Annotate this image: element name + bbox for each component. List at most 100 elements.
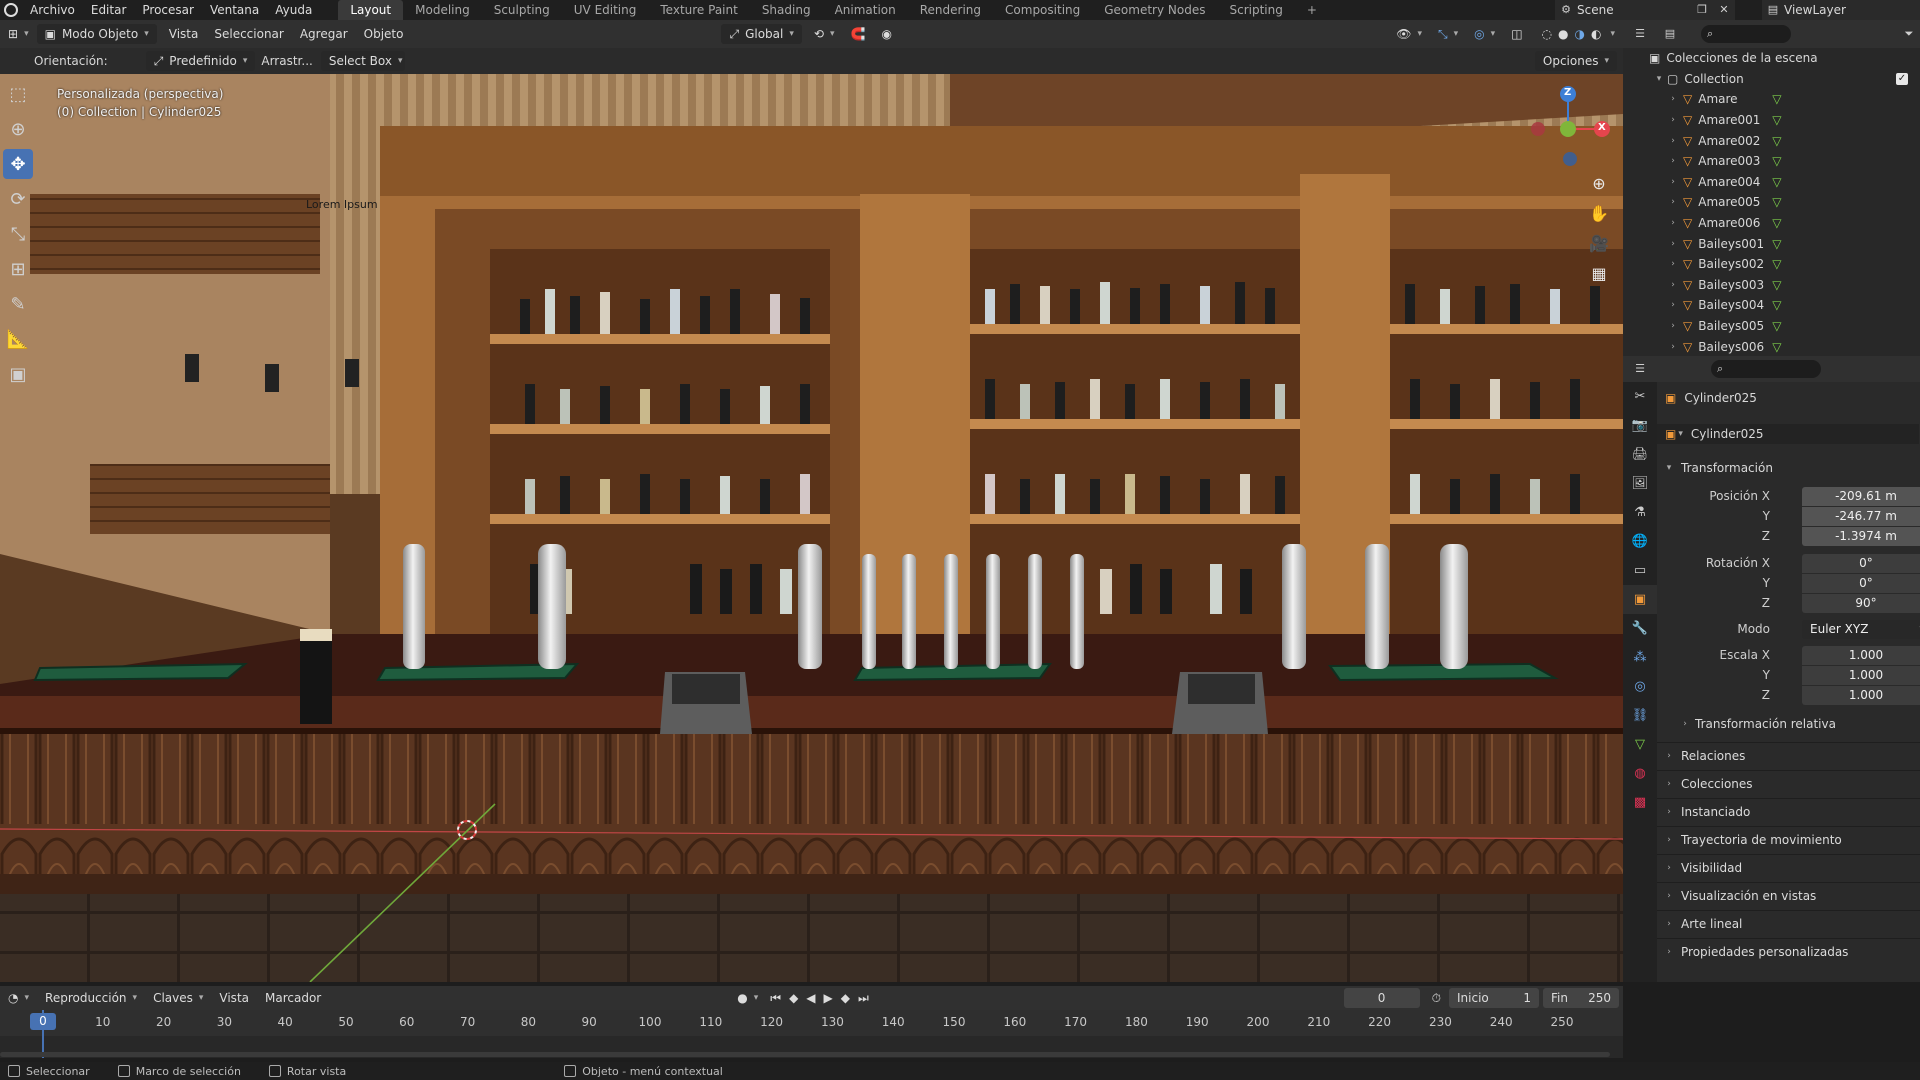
menu-editar[interactable]: Editar: [85, 3, 137, 17]
properties-search-field[interactable]: ⌕: [1711, 360, 1821, 378]
section-relaciones[interactable]: › Relaciones: [1657, 742, 1920, 769]
scene-selector[interactable]: ⚙ Scene ❐ ✕: [1555, 0, 1735, 20]
editor-type-button[interactable]: ⊞ ▾: [0, 24, 37, 44]
record-button[interactable]: ● ▾: [729, 988, 766, 1008]
shading-modes[interactable]: ◌ ● ◑ ◐ ▾: [1531, 24, 1623, 44]
mesh-data-icon[interactable]: ▽: [1772, 319, 1781, 333]
current-frame-field[interactable]: 0: [1343, 988, 1420, 1008]
output-tab-icon[interactable]: 🖨: [1623, 440, 1657, 469]
outliner-item[interactable]: › ▽ Baileys001 ▽: [1623, 233, 1920, 254]
collection-checkbox[interactable]: ✓: [1896, 72, 1908, 85]
section-instanciado[interactable]: › Instanciado: [1657, 798, 1920, 825]
mesh-data-icon[interactable]: ▽: [1772, 216, 1781, 230]
physics-tab-icon[interactable]: ◎: [1623, 672, 1657, 701]
expand-icon[interactable]: ›: [1667, 218, 1679, 228]
object-tab-icon[interactable]: ▣: [1623, 585, 1657, 614]
scale-y-field[interactable]: 1.000: [1802, 665, 1920, 685]
timeline-scrollbar[interactable]: [0, 1052, 1610, 1057]
constraints-tab-icon[interactable]: ⛓: [1623, 701, 1657, 730]
particles-tab-icon[interactable]: ⁂: [1623, 643, 1657, 672]
gizmo-z-label[interactable]: Z: [1564, 87, 1571, 98]
transform-tool-icon[interactable]: ⊞: [3, 254, 33, 284]
timeline-area[interactable]: 10 20 30 40 50 60 70 80 90 100 110 120 130 140 150 160 1…: [0, 1010, 1623, 1058]
expand-icon[interactable]: ›: [1667, 259, 1679, 269]
outliner-item[interactable]: › ▽ Baileys004 ▽: [1623, 295, 1920, 316]
play-reverse-button[interactable]: ◀: [802, 988, 819, 1008]
xray-button[interactable]: ◫: [1503, 24, 1530, 44]
datablock-name[interactable]: Cylinder025: [1691, 427, 1764, 441]
outliner-item[interactable]: › ▽ Amare006 ▽: [1623, 213, 1920, 234]
display-mode-icon[interactable]: ▤: [1663, 27, 1677, 41]
properties-editor-icon[interactable]: ☰: [1633, 362, 1647, 376]
mesh-data-icon[interactable]: ▽: [1772, 134, 1781, 148]
visibility-button[interactable]: 👁 ▾: [1388, 24, 1430, 44]
expand-icon[interactable]: ›: [1667, 300, 1679, 310]
menu-vista-timeline[interactable]: Vista: [211, 988, 257, 1008]
playhead-marker[interactable]: 0: [30, 1013, 56, 1030]
cursor-tool-icon[interactable]: ⊕: [3, 114, 33, 144]
outliner-item[interactable]: › ▽ Amare002 ▽: [1623, 130, 1920, 151]
blender-logo-icon[interactable]: [4, 3, 18, 17]
expand-icon[interactable]: ›: [1667, 136, 1679, 146]
tab-texture-paint[interactable]: Texture Paint: [648, 0, 749, 20]
collection-tab-icon[interactable]: ▭: [1623, 556, 1657, 585]
3d-viewport[interactable]: Z X ⊕ ✋ 🎥 ▦: [0, 74, 1623, 982]
options-dropdown[interactable]: Opciones ▾: [1534, 51, 1617, 71]
section-visualizacion[interactable]: › Visualización en vistas: [1657, 882, 1920, 909]
mesh-data-icon[interactable]: ▽: [1772, 92, 1781, 106]
mesh-data-icon[interactable]: ▽: [1772, 278, 1781, 292]
play-button[interactable]: ▶: [820, 988, 837, 1008]
data-tab-icon[interactable]: ▽: [1623, 730, 1657, 759]
location-y-field[interactable]: -246.77 m: [1802, 506, 1920, 526]
menu-reproduccion[interactable]: Reproducción ▾: [37, 988, 145, 1008]
pan-hand-icon[interactable]: ✋: [1586, 200, 1612, 226]
tab-compositing[interactable]: Compositing: [993, 0, 1092, 20]
close-icon[interactable]: ✕: [1717, 3, 1731, 17]
collection-row[interactable]: ▾ ▢ Collection ✓: [1623, 69, 1920, 90]
rotation-x-field[interactable]: 0°: [1802, 553, 1920, 573]
world-tab-icon[interactable]: 🌐: [1623, 527, 1657, 556]
scale-x-field[interactable]: 1.000: [1802, 645, 1920, 665]
outliner-item[interactable]: › ▽ Amare005 ▽: [1623, 192, 1920, 213]
mesh-data-icon[interactable]: ▽: [1772, 195, 1781, 209]
drag-mode-dropdown[interactable]: Select Box ▾: [320, 51, 405, 71]
rendered-shading-icon[interactable]: ◐: [1591, 27, 1601, 41]
rotation-mode-dropdown[interactable]: Euler XYZ▾: [1802, 619, 1920, 639]
mesh-data-icon[interactable]: ▽: [1772, 154, 1781, 168]
camera-view-icon[interactable]: 🎥: [1586, 230, 1612, 256]
rotation-y-field[interactable]: 0°: [1802, 573, 1920, 593]
outliner-item[interactable]: › ▽ Amare ▽: [1623, 89, 1920, 110]
select-box-tool-icon[interactable]: ⬚: [3, 79, 33, 109]
tab-shading[interactable]: Shading: [750, 0, 823, 20]
orientation-default-dropdown[interactable]: ⤢ Predefinido ▾: [145, 51, 256, 71]
filter-icon[interactable]: ⏷: [1902, 27, 1916, 41]
scale-z-field[interactable]: 1.000: [1802, 685, 1920, 705]
collapse-icon[interactable]: ▾: [1653, 74, 1665, 84]
add-cube-tool-icon[interactable]: ▣: [3, 359, 33, 389]
copy-icon[interactable]: ❐: [1695, 3, 1709, 17]
mesh-data-icon[interactable]: ▽: [1772, 175, 1781, 189]
menu-agregar[interactable]: Agregar: [292, 24, 356, 44]
mode-dropdown[interactable]: ▣ Modo Objeto ▾: [36, 24, 157, 44]
outliner-item[interactable]: › ▽ Baileys002 ▽: [1623, 254, 1920, 275]
jump-end-button[interactable]: ⏭: [854, 988, 873, 1008]
delta-transform-header[interactable]: › Transformación relativa: [1657, 714, 1920, 734]
menu-archivo[interactable]: Archivo: [24, 3, 85, 17]
scene-tab-icon[interactable]: ⚗: [1623, 498, 1657, 527]
menu-marcador[interactable]: Marcador: [257, 988, 329, 1008]
menu-seleccionar[interactable]: Seleccionar: [206, 24, 291, 44]
location-z-field[interactable]: -1.3974 m: [1802, 526, 1920, 546]
perspective-grid-icon[interactable]: ▦: [1586, 260, 1612, 286]
menu-procesar[interactable]: Procesar: [136, 3, 204, 17]
material-shading-icon[interactable]: ◑: [1575, 27, 1585, 41]
texture-tab-icon[interactable]: ▩: [1623, 788, 1657, 817]
mesh-data-icon[interactable]: ▽: [1772, 257, 1781, 271]
outliner-item[interactable]: › ▽ Amare003 ▽: [1623, 151, 1920, 172]
view-layer-selector[interactable]: ▤ ViewLayer: [1762, 0, 1920, 20]
prev-keyframe-button[interactable]: ◆: [785, 988, 802, 1008]
expand-icon[interactable]: ›: [1667, 239, 1679, 249]
section-arte-lineal[interactable]: › Arte lineal: [1657, 910, 1920, 937]
menu-ventana[interactable]: Ventana: [204, 3, 269, 17]
expand-icon[interactable]: ›: [1667, 156, 1679, 166]
datablock-row[interactable]: ▣ ▾ Cylinder025: [1657, 424, 1919, 444]
